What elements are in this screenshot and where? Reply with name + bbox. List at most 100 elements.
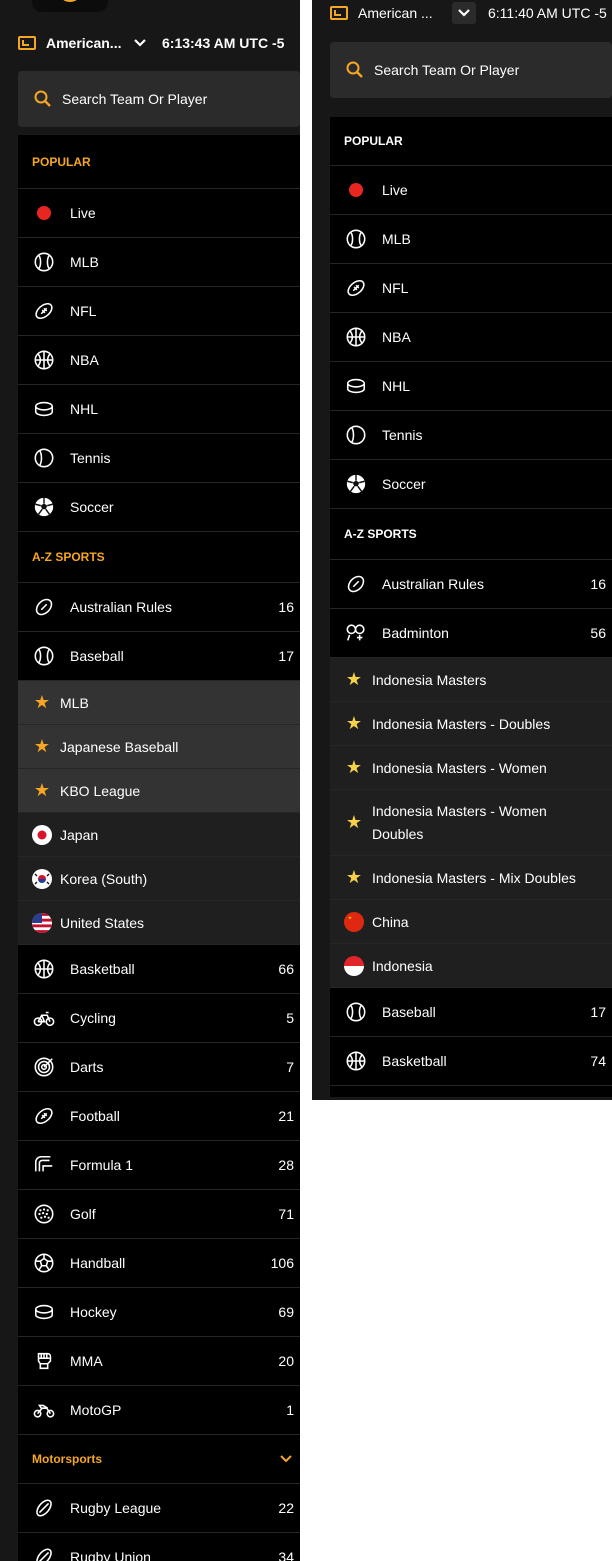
popular-item-tennis[interactable]: Tennis <box>330 411 612 460</box>
star-icon: ★ <box>345 713 363 733</box>
league-item-indonesia-masters-mix-doubles[interactable]: ★ Indonesia Masters - Mix Doubles <box>330 856 612 900</box>
az-sport-darts[interactable]: Darts 7 <box>18 1043 300 1092</box>
az-sport-formula-1[interactable]: Formula 1 28 <box>18 1141 300 1190</box>
league-item-china[interactable]: China <box>330 900 612 944</box>
popular-item-live[interactable]: Live <box>330 166 612 215</box>
item-count: 17 <box>590 1004 606 1020</box>
item-label: MMA <box>70 1353 103 1369</box>
sports-menu: POPULAR Live MLB NFL NBA NHL Tennis Soccer A-Z… <box>330 117 612 1097</box>
az-sport-rugby-union[interactable]: Rugby Union 34 <box>18 1533 300 1561</box>
item-label: Japanese Baseball <box>60 738 179 755</box>
az-sport-cycling[interactable]: Cycling 5 <box>18 994 300 1043</box>
item-label: Indonesia Masters - Mix Doubles <box>372 869 576 886</box>
league-item-kbo-league[interactable]: ★ KBO League <box>18 769 300 813</box>
league-item-japan[interactable]: Japan <box>18 813 300 857</box>
logo-shield-icon <box>58 0 82 2</box>
popular-item-nba[interactable]: NBA <box>330 313 612 362</box>
item-label: NBA <box>70 352 99 368</box>
az-sport-australian-rules[interactable]: Australian Rules 16 <box>18 583 300 632</box>
motorsports-group[interactable]: Motorsports <box>18 1435 300 1484</box>
popular-item-mlb[interactable]: MLB <box>330 215 612 264</box>
az-sport-badminton[interactable]: Badminton 56 <box>330 609 612 658</box>
popular-item-nhl[interactable]: NHL <box>18 385 300 434</box>
league-item-korea-south[interactable]: Korea (South) <box>18 857 300 901</box>
league-item-indonesia[interactable]: Indonesia <box>330 944 612 988</box>
az-sport-football[interactable]: Football 21 <box>18 1092 300 1141</box>
item-label: China <box>372 913 409 930</box>
popular-item-tennis[interactable]: Tennis <box>18 434 300 483</box>
item-count: 1 <box>286 1402 294 1418</box>
aussie-rules-icon <box>344 572 368 596</box>
league-item-indonesia-masters-women[interactable]: ★ Indonesia Masters - Women <box>330 746 612 790</box>
popular-item-live[interactable]: Live <box>18 189 300 238</box>
chevron-down-icon[interactable] <box>452 2 476 24</box>
popular-item-nfl[interactable]: NFL <box>330 264 612 313</box>
item-label: Rugby League <box>70 1500 162 1516</box>
star-icon: ★ <box>33 736 51 756</box>
item-count: 7 <box>286 1059 294 1075</box>
flag-japan-icon <box>32 823 52 847</box>
popular-item-nhl[interactable]: NHL <box>330 362 612 411</box>
item-label: Handball <box>70 1255 126 1271</box>
basketball-icon <box>344 1049 368 1073</box>
az-sport-golf[interactable]: Golf 71 <box>18 1190 300 1239</box>
item-count: 5 <box>286 1010 294 1026</box>
item-label: MLB <box>70 254 99 270</box>
popular-item-soccer[interactable]: Soccer <box>330 460 612 509</box>
star-icon: ★ <box>345 867 363 887</box>
sports-menu: POPULAR Live MLB NFL NBA NHL Tennis Soccer A-Z… <box>18 135 300 1561</box>
item-count: 16 <box>590 576 606 592</box>
popular-item-nba[interactable]: NBA <box>18 336 300 385</box>
item-label: Golf <box>70 1206 96 1222</box>
item-label: MLB <box>60 694 89 711</box>
search-input[interactable]: Search Team Or Player <box>62 91 207 107</box>
league-item-indonesia-masters-women-doubles[interactable]: ★ Indonesia Masters - Women Doubles <box>330 790 612 856</box>
baseball-icon <box>32 250 56 274</box>
item-label: Japan <box>60 826 99 843</box>
tennis-ball-icon <box>32 446 56 470</box>
item-label: MotoGP <box>70 1402 122 1418</box>
golf-icon <box>32 1202 56 1226</box>
timezone-bar: American... 6:13:43 AM UTC -5 <box>18 32 300 54</box>
star-icon: ★ <box>33 780 51 800</box>
league-item-mlb[interactable]: ★ MLB <box>18 681 300 725</box>
football-icon <box>32 1104 56 1128</box>
search-box[interactable]: Search Team Or Player <box>18 71 300 127</box>
league-item-japanese-baseball[interactable]: ★ Japanese Baseball <box>18 725 300 769</box>
chevron-down-icon[interactable] <box>132 39 148 47</box>
popular-item-nfl[interactable]: NFL <box>18 287 300 336</box>
section-title: A-Z SPORTS <box>32 550 105 564</box>
az-sport-hockey[interactable]: Hockey 69 <box>18 1288 300 1337</box>
league-item-indonesia-masters[interactable]: ★ Indonesia Masters <box>330 658 612 702</box>
az-sport-basketball[interactable]: Basketball 66 <box>18 945 300 994</box>
basketball-icon <box>32 957 56 981</box>
football-icon <box>344 276 368 300</box>
az-sport-rugby-league[interactable]: Rugby League 22 <box>18 1484 300 1533</box>
az-sport-baseball[interactable]: Baseball 17 <box>330 988 612 1037</box>
az-sport-motogp[interactable]: MotoGP 1 <box>18 1386 300 1435</box>
search-box[interactable]: Search Team Or Player <box>330 42 612 98</box>
timezone-select[interactable]: American ... <box>358 5 442 21</box>
brand-logo <box>32 0 108 12</box>
item-label: Badminton <box>382 625 449 641</box>
mma-icon <box>32 1349 56 1373</box>
item-count: 21 <box>278 1108 294 1124</box>
timezone-select[interactable]: American... <box>46 35 126 51</box>
motorsports-label: Motorsports <box>32 1452 102 1466</box>
item-label: NHL <box>70 401 99 417</box>
search-input[interactable]: Search Team Or Player <box>374 62 519 78</box>
flag-us-icon <box>32 911 52 935</box>
item-label: Hockey <box>70 1304 117 1320</box>
league-item-united-states[interactable]: United States <box>18 901 300 945</box>
popular-item-mlb[interactable]: MLB <box>18 238 300 287</box>
league-item-indonesia-masters-doubles[interactable]: ★ Indonesia Masters - Doubles <box>330 702 612 746</box>
item-count: 106 <box>270 1255 294 1271</box>
az-sport-handball[interactable]: Handball 106 <box>18 1239 300 1288</box>
az-sport-australian-rules[interactable]: Australian Rules 16 <box>330 560 612 609</box>
popular-item-soccer[interactable]: Soccer <box>18 483 300 532</box>
item-label: Indonesia Masters <box>372 671 487 688</box>
az-sport-baseball[interactable]: Baseball 17 <box>18 632 300 681</box>
az-sport-mma[interactable]: MMA 20 <box>18 1337 300 1386</box>
puck-icon <box>344 374 368 398</box>
az-sport-basketball[interactable]: Basketball 74 <box>330 1037 612 1086</box>
